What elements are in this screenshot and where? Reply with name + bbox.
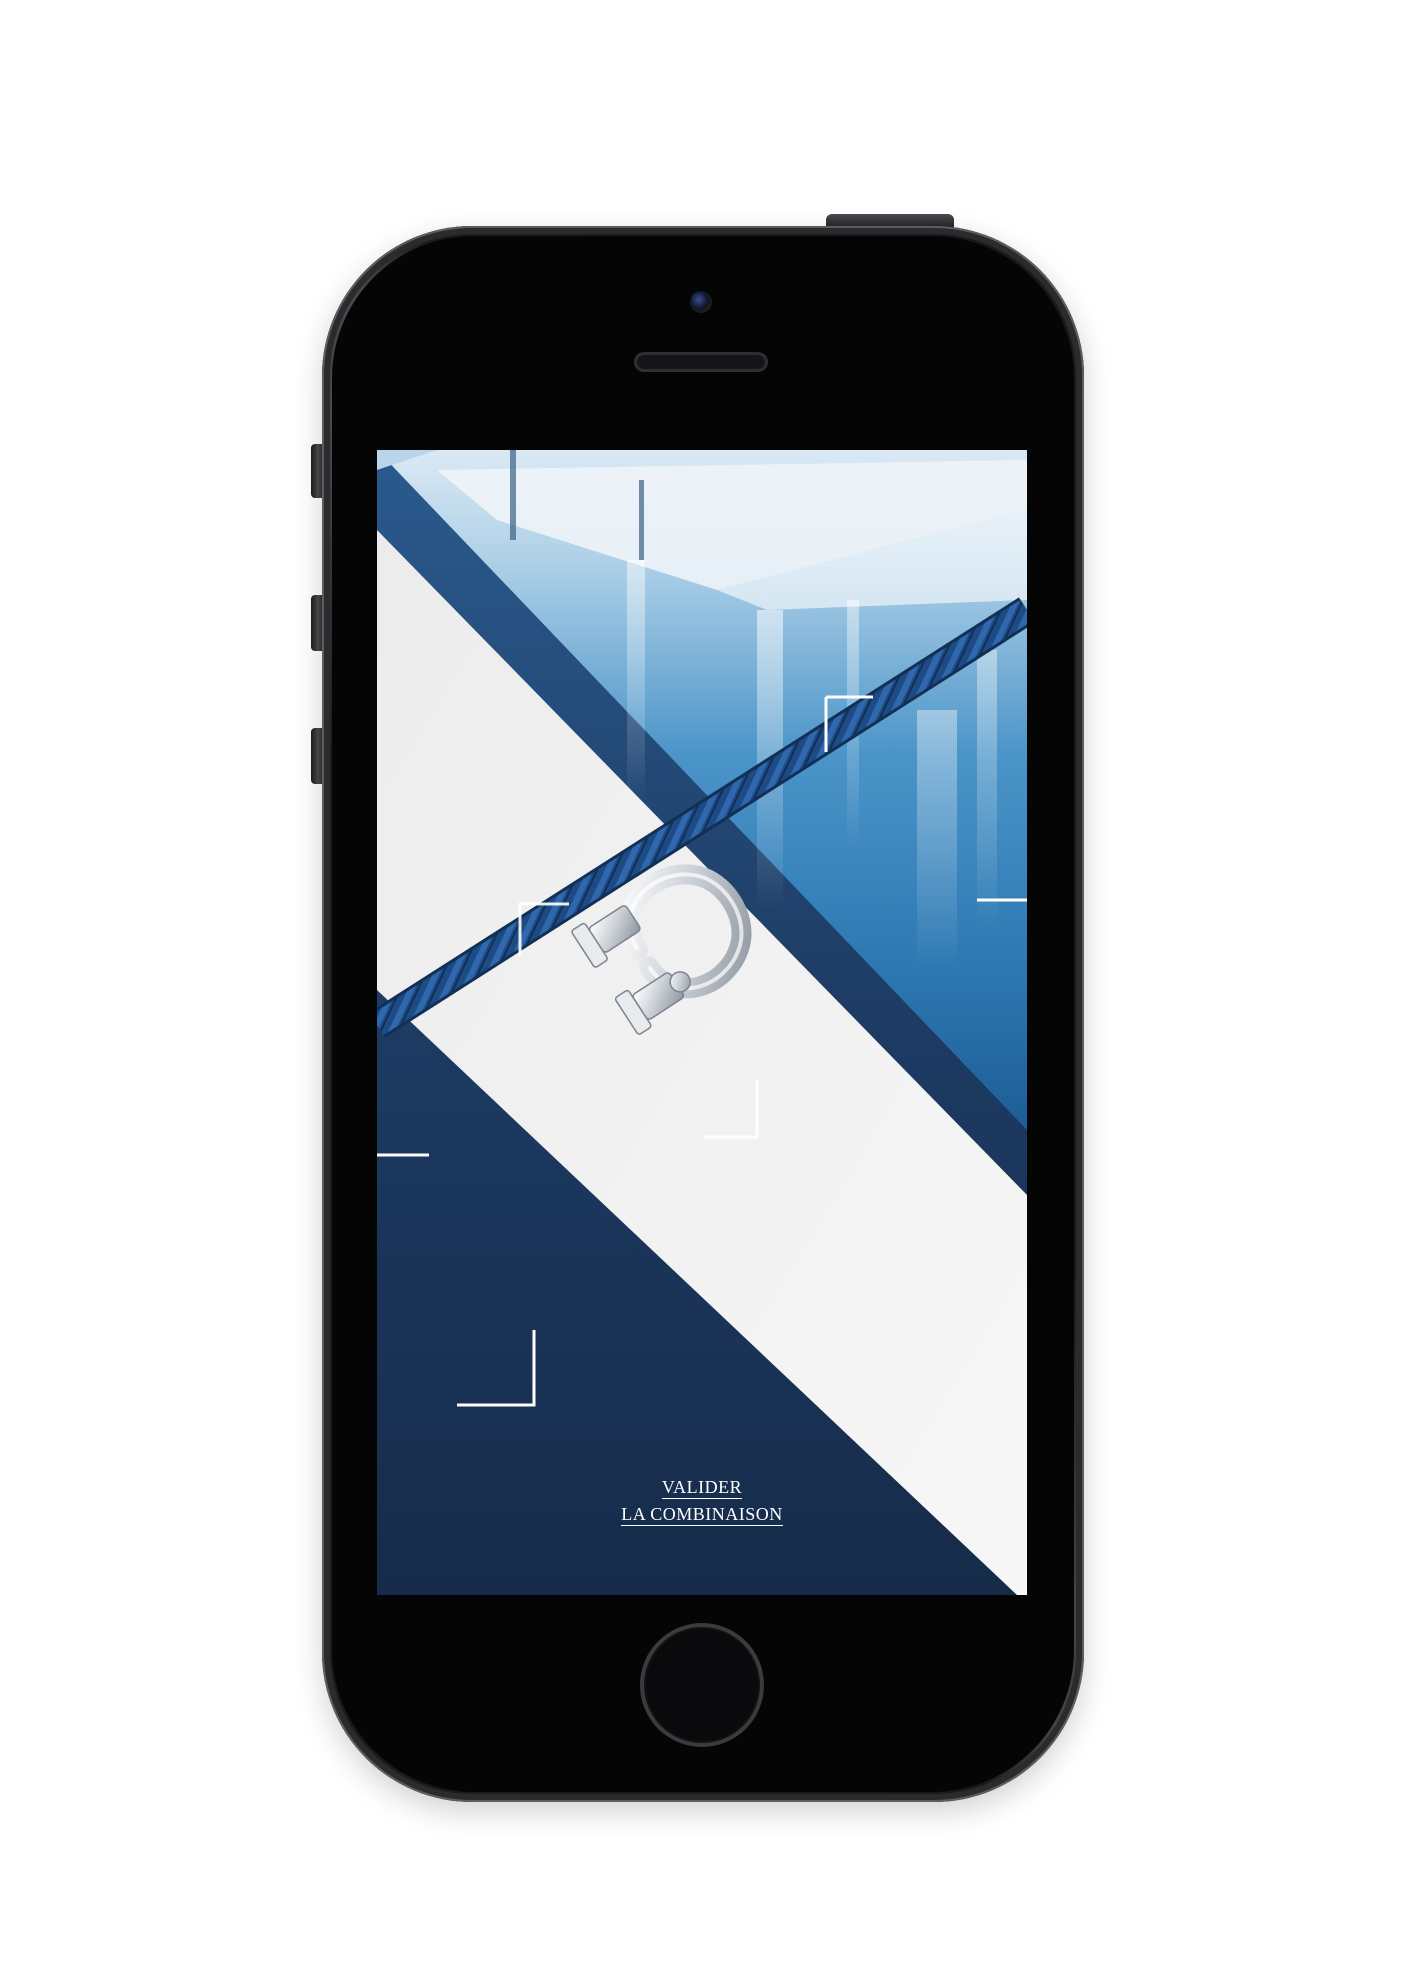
scene-canvas xyxy=(377,450,1027,1595)
app-mockup-stage: VALIDER LA COMBINAISON xyxy=(0,0,1402,1981)
app-screen: VALIDER LA COMBINAISON xyxy=(377,450,1027,1595)
earpiece-speaker xyxy=(634,352,768,372)
cta-line2-label: LA COMBINAISON xyxy=(621,1504,783,1526)
validate-combination-button[interactable]: VALIDER xyxy=(377,1477,1027,1499)
home-button[interactable] xyxy=(640,1623,764,1747)
front-camera-icon xyxy=(690,291,712,313)
cta-line1-label: VALIDER xyxy=(661,1477,743,1499)
validate-combination-button-line2[interactable]: LA COMBINAISON xyxy=(377,1504,1027,1526)
